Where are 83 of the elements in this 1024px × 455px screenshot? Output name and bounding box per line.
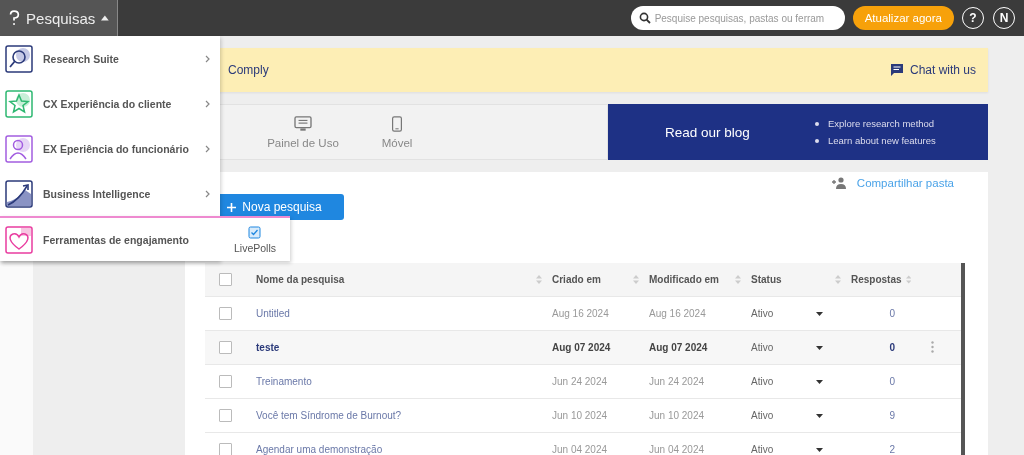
banner-text: Comply <box>228 63 269 77</box>
modified-date: Aug 07 2024 <box>649 342 708 353</box>
survey-name[interactable]: Agendar uma demonstração <box>256 444 383 455</box>
modified-date: Jun 04 2024 <box>649 444 705 455</box>
chevron-right-icon <box>205 99 210 108</box>
column-header[interactable]: Respostas <box>851 274 902 285</box>
dropdown-caret-icon[interactable] <box>816 447 823 452</box>
menu-item[interactable]: Business Intelligence <box>0 171 220 216</box>
created-date: Jun 24 2024 <box>552 376 608 387</box>
modified-date: Jun 24 2024 <box>649 376 705 387</box>
caret-icon[interactable] <box>101 15 109 21</box>
chevron-right-icon <box>205 189 210 198</box>
created-date: Aug 07 2024 <box>552 342 611 353</box>
menu-item[interactable]: Ferramentas de engajamento LivePolls <box>0 216 290 261</box>
survey-name[interactable]: Você tem Síndrome de Burnout? <box>256 410 402 421</box>
scrollbar[interactable] <box>961 263 965 455</box>
more-icon[interactable] <box>931 340 934 353</box>
row-checkbox[interactable] <box>219 341 232 354</box>
sort-icon[interactable] <box>536 275 542 284</box>
created-date: Aug 16 2024 <box>552 308 609 319</box>
logo <box>8 9 21 27</box>
menu-item[interactable]: CX Experiência do cliente <box>0 81 220 126</box>
response-count[interactable]: 0 <box>851 376 895 387</box>
row-checkbox[interactable] <box>219 443 232 455</box>
submenu-item[interactable]: LivePolls <box>233 225 276 254</box>
chevron-right-icon <box>205 144 210 153</box>
response-count[interactable]: 0 <box>851 342 895 353</box>
status-dropdown[interactable]: Ativo <box>751 410 774 421</box>
column-header[interactable]: Modificado em <box>649 274 719 285</box>
sort-icon[interactable] <box>905 275 911 284</box>
menu-item[interactable]: Research Suite <box>0 36 220 81</box>
row-checkbox[interactable] <box>219 307 232 320</box>
sort-icon[interactable] <box>735 275 741 284</box>
status-dropdown[interactable]: Ativo <box>751 444 774 455</box>
survey-name[interactable]: Treinamento <box>256 376 312 387</box>
menu-item[interactable]: EX Eperiência do funcionário <box>0 126 220 171</box>
dropdown-caret-icon[interactable] <box>816 311 823 316</box>
tab[interactable]: Móvel <box>350 105 444 159</box>
search-field[interactable]: Pesquise pesquisas, pastas ou ferram <box>630 6 845 30</box>
sort-icon[interactable] <box>835 275 841 284</box>
search-icon <box>638 12 651 24</box>
status-dropdown[interactable]: Ativo <box>751 308 774 319</box>
chat-icon <box>889 63 904 77</box>
modified-date: Jun 10 2024 <box>649 410 705 421</box>
person-icon <box>5 134 33 163</box>
table-row[interactable]: Treinamento Jun 24 2024 Jun 24 2024 Ativo 0 <box>205 365 962 399</box>
chevron-right-icon <box>205 54 210 63</box>
tab[interactable]: Painel de Uso <box>256 105 350 159</box>
dropdown-caret-icon[interactable] <box>816 345 823 350</box>
column-header[interactable]: Nome da pesquisa <box>256 274 345 285</box>
monitor-icon <box>294 115 312 132</box>
row-checkbox[interactable] <box>219 375 232 388</box>
blog-title[interactable]: Read our blog <box>665 124 815 140</box>
add-person-icon[interactable] <box>830 177 847 189</box>
response-count[interactable]: 9 <box>851 410 895 421</box>
row-checkbox[interactable] <box>219 409 232 422</box>
app-menu-button[interactable]: Pesquisas <box>0 0 118 36</box>
checklist-icon <box>248 225 262 239</box>
bullet-icon <box>815 138 819 143</box>
column-header[interactable]: Status <box>751 274 782 285</box>
status-dropdown[interactable]: Ativo <box>751 342 774 353</box>
sort-icon[interactable] <box>633 275 639 284</box>
modified-date: Aug 16 2024 <box>649 308 706 319</box>
magnifier-icon <box>5 44 33 73</box>
select-all-checkbox[interactable] <box>219 273 232 286</box>
survey-name[interactable]: teste <box>256 342 280 353</box>
column-header[interactable]: Criado em <box>552 274 601 285</box>
dropdown-caret-icon[interactable] <box>816 379 823 384</box>
status-dropdown[interactable]: Ativo <box>751 376 774 387</box>
survey-name[interactable]: Untitled <box>256 308 290 319</box>
response-count[interactable]: 0 <box>851 308 895 319</box>
dropdown-caret-icon[interactable] <box>816 413 823 418</box>
response-count[interactable]: 2 <box>851 444 895 455</box>
table-row[interactable]: teste Aug 07 2024 Aug 07 2024 Ativo 0 <box>205 331 962 365</box>
blog-point[interactable]: Explore research method <box>828 117 935 130</box>
blog-point[interactable]: Learn about new features <box>828 134 936 147</box>
chart-icon <box>5 179 33 208</box>
bullet-icon <box>815 121 819 126</box>
table-row[interactable]: Você tem Síndrome de Burnout? Jun 10 2024 Jun 10 2024 Ativo 9 <box>205 399 962 433</box>
chat-link[interactable]: Chat with us <box>889 63 976 77</box>
created-date: Jun 10 2024 <box>552 410 608 421</box>
created-date: Jun 04 2024 <box>552 444 608 455</box>
plus-icon <box>227 202 237 212</box>
